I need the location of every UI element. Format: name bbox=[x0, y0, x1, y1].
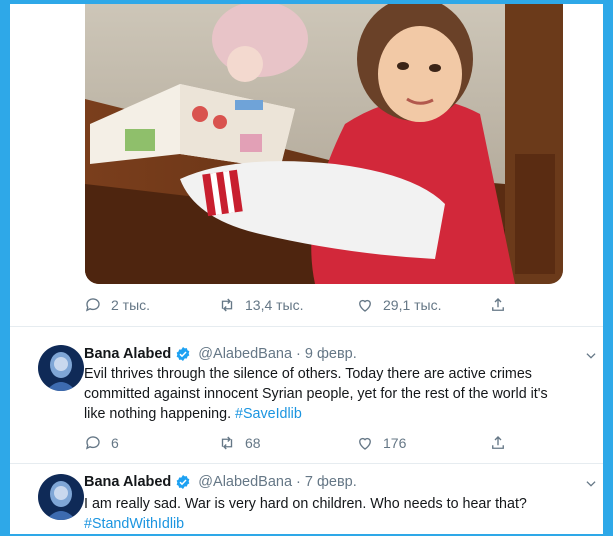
tweet-divider bbox=[10, 326, 603, 327]
retweet-count: 13,4 тыс. bbox=[245, 297, 304, 313]
girl-reading-photo bbox=[85, 4, 563, 284]
like-button[interactable]: 176 bbox=[356, 432, 406, 454]
chevron-down-icon[interactable] bbox=[584, 477, 598, 491]
like-icon bbox=[359, 437, 371, 450]
tweet-actions-top: 2 тыс. 13,4 тыс. 29,1 тыс. bbox=[84, 294, 554, 316]
author-name[interactable]: Bana Alabed bbox=[84, 474, 171, 490]
share-button[interactable] bbox=[489, 294, 507, 316]
separator-dot: · bbox=[296, 474, 301, 490]
tweet-divider bbox=[10, 463, 603, 464]
tweet-text: I am really sad. War is very hard on chi… bbox=[84, 494, 580, 534]
reply-icon bbox=[85, 298, 100, 312]
tweet-photo[interactable] bbox=[85, 4, 563, 284]
reply-count: 2 тыс. bbox=[111, 297, 151, 313]
retweet-icon bbox=[221, 298, 233, 312]
like-button[interactable]: 29,1 тыс. bbox=[356, 294, 442, 316]
reply-button[interactable]: 2 тыс. bbox=[84, 294, 150, 316]
tweet-text-line: Evil thrives through the silence of othe… bbox=[84, 366, 532, 382]
reply-button[interactable]: 6 bbox=[84, 432, 119, 454]
avatar-image bbox=[38, 474, 84, 520]
retweet-button[interactable]: 68 bbox=[218, 432, 261, 454]
avatar-image bbox=[38, 345, 84, 391]
retweet-count: 68 bbox=[245, 435, 261, 451]
reply-icon bbox=[85, 436, 100, 450]
like-icon bbox=[359, 299, 371, 312]
tweet-text-line: I am really sad. War is very hard on chi… bbox=[84, 496, 527, 512]
chevron-down-icon[interactable] bbox=[584, 349, 598, 363]
like-count: 29,1 тыс. bbox=[383, 297, 442, 313]
reply-count: 6 bbox=[111, 435, 119, 451]
tweet-actions: 6 68 176 bbox=[84, 432, 554, 454]
avatar[interactable] bbox=[38, 345, 84, 391]
retweet-icon bbox=[221, 436, 233, 450]
separator-dot: · bbox=[296, 346, 301, 362]
verified-icon bbox=[176, 475, 190, 489]
share-button[interactable] bbox=[489, 432, 507, 454]
tweet-text-line: like nothing happening. #SaveIdlib bbox=[84, 404, 580, 424]
tweet-date[interactable]: 7 февр. bbox=[305, 474, 357, 490]
retweet-button[interactable]: 13,4 тыс. bbox=[218, 294, 304, 316]
author-handle[interactable]: @AlabedBana bbox=[198, 474, 292, 490]
tweet-text: Evil thrives through the silence of othe… bbox=[84, 364, 580, 424]
hashtag-link[interactable]: #SaveIdlib bbox=[235, 406, 302, 422]
tweet-header: Bana Alabed @AlabedBana · 9 февр. bbox=[84, 346, 357, 362]
tweet-text-fragment: like nothing happening. bbox=[84, 406, 232, 422]
verified-icon bbox=[176, 347, 190, 361]
tweet-text-line: committed against innocent Syrian people… bbox=[84, 386, 548, 402]
tweet-date[interactable]: 9 февр. bbox=[305, 346, 357, 362]
author-handle[interactable]: @AlabedBana bbox=[198, 346, 292, 362]
share-icon bbox=[492, 298, 504, 311]
share-icon bbox=[492, 436, 504, 449]
hashtag-link[interactable]: #StandWithIdlib bbox=[84, 514, 580, 534]
like-count: 176 bbox=[383, 435, 407, 451]
tweet-header: Bana Alabed @AlabedBana · 7 февр. bbox=[84, 474, 357, 490]
author-name[interactable]: Bana Alabed bbox=[84, 346, 171, 362]
avatar[interactable] bbox=[38, 474, 84, 520]
